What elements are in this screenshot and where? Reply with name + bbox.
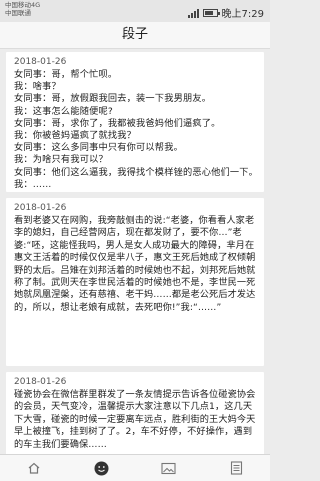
joke-text: 碰瓷协会在微信群里群发了一条友情提示告诉各位碰瓷协会的会员，天气变冷，温馨提示大… — [14, 389, 256, 450]
joke-line: 女同事：哥，放假跟我回去，装一下我男朋友。 — [14, 93, 212, 105]
joke-line: 女同事：这么多同事中只有你可以帮我。 — [14, 142, 183, 154]
page-title: 段子 — [0, 22, 270, 49]
nav-home[interactable] — [0, 455, 68, 481]
joke-feed[interactable]: 2018-01-26 女同事：哥，帮个忙呗。 我：啥事？ 女同事：哥，放假跟我回… — [0, 48, 270, 454]
joke-line: 女同事：他们这么逼我，我得找个模样锉的恶心他们一下。 — [14, 166, 256, 178]
joke-line: 我：为啥只有我可以？ — [14, 154, 108, 166]
joke-card[interactable]: 2018-01-26 看到老婆又在网购，我旁敲侧击的说:“老婆，你看看人家老李的… — [6, 198, 264, 366]
joke-card[interactable]: 2018-01-26 碰瓷协会在微信群里群发了一条友情提示告诉各位碰瓷协会的会员… — [6, 372, 264, 454]
joke-line: 女同事：哥，帮个忙呗。 — [14, 69, 118, 80]
joke-line: 我：你被爸妈逼疯了就找我？ — [14, 130, 137, 142]
image-icon — [161, 462, 176, 474]
nav-pictures[interactable] — [135, 455, 203, 481]
joke-line: 我：…… — [14, 178, 52, 190]
joke-card[interactable]: 2018-01-26 女同事：哥，帮个忙呗。 我：啥事？ 女同事：哥，放假跟我回… — [6, 52, 264, 192]
status-bar: 中国移动4G 中国联通 晚上7:29 — [0, 0, 270, 22]
status-indicators: 晚上7:29 — [187, 5, 264, 20]
carrier-secondary: 中国联通 — [5, 9, 31, 17]
smile-face-icon — [94, 461, 109, 475]
joke-date: 2018-01-26 — [14, 203, 67, 213]
document-icon — [230, 461, 242, 475]
nav-documents[interactable] — [203, 455, 271, 481]
joke-text: 看到老婆又在网购，我旁敲侧击的说:“老婆，你看看人家老李的媳妇，自己经营网店，现… — [14, 215, 256, 313]
nav-jokes[interactable] — [68, 455, 136, 481]
joke-date: 2018-01-26 — [14, 57, 67, 67]
joke-line: 女同事：哥，求你了，我都被我爸妈他们逼疯了。 — [14, 117, 221, 129]
joke-line: 我：啥事？ — [14, 81, 61, 93]
joke-line: 我：这事怎么能随便呢? — [14, 105, 113, 117]
home-icon — [28, 462, 40, 474]
joke-date: 2018-01-26 — [14, 377, 67, 387]
bottom-nav — [0, 454, 270, 481]
clock-time: 晚上7:29 — [221, 9, 264, 20]
signal-icon — [187, 8, 199, 18]
battery-icon — [202, 8, 220, 17]
